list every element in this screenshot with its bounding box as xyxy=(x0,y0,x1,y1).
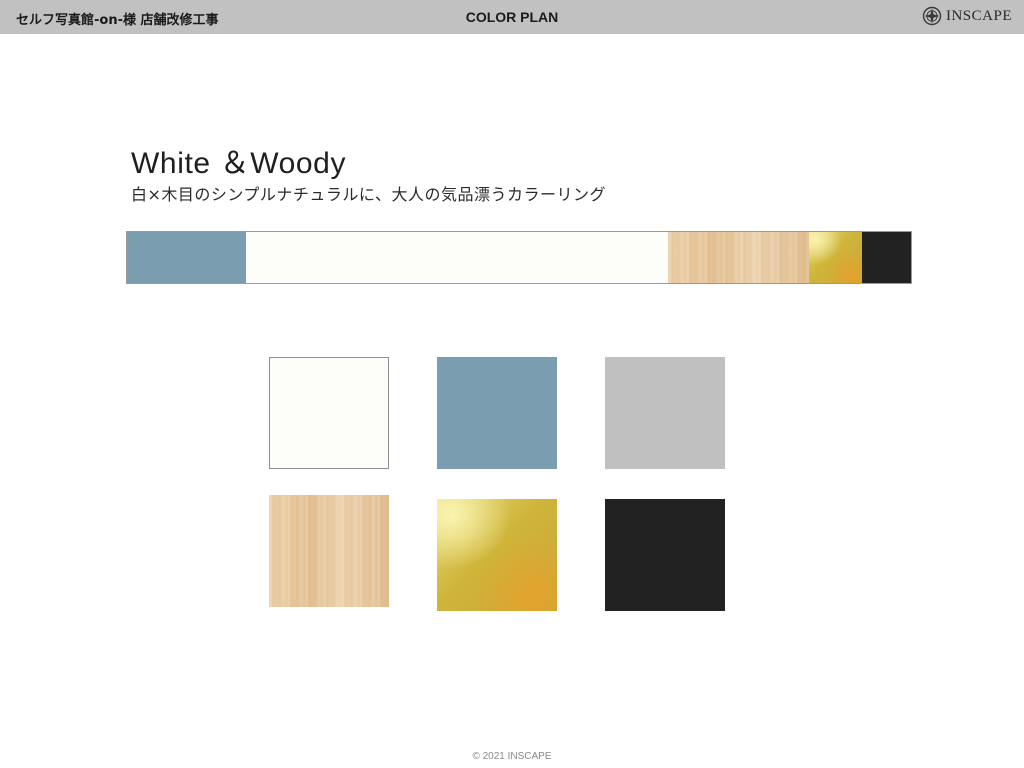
strip-segment-gold xyxy=(809,232,862,283)
swatch-black xyxy=(605,499,725,611)
color-ratio-strip xyxy=(126,231,912,284)
project-title: セルフ写真館-on-様 店舗改修工事 xyxy=(16,13,219,28)
strip-segment-black xyxy=(862,232,911,283)
swatch-white xyxy=(269,357,389,469)
section-title: COLOR PLAN xyxy=(465,9,559,25)
brand-name: INSCAPE xyxy=(945,7,1012,24)
strip-segment-white xyxy=(246,232,668,283)
swatch-gold xyxy=(437,499,557,611)
header-bar: セルフ写真館-on-様 店舗改修工事 COLOR PLAN INSCAPE xyxy=(0,0,1024,34)
strip-segment-wood xyxy=(668,232,809,283)
swatch-light-grey xyxy=(605,357,725,469)
brand-logo: INSCAPE xyxy=(922,5,1012,27)
page-title: White ＆Woody xyxy=(131,147,347,180)
swatch-wood xyxy=(269,495,389,607)
copyright-footer: © 2021 INSCAPE xyxy=(472,751,552,762)
swatch-blue-grey xyxy=(437,357,557,469)
inscape-emblem-icon xyxy=(922,6,942,26)
strip-segment-blue-grey xyxy=(127,232,246,283)
page-subtitle: 白×木目のシンプルナチュラルに、大人の気品漂うカラーリング xyxy=(131,185,606,204)
